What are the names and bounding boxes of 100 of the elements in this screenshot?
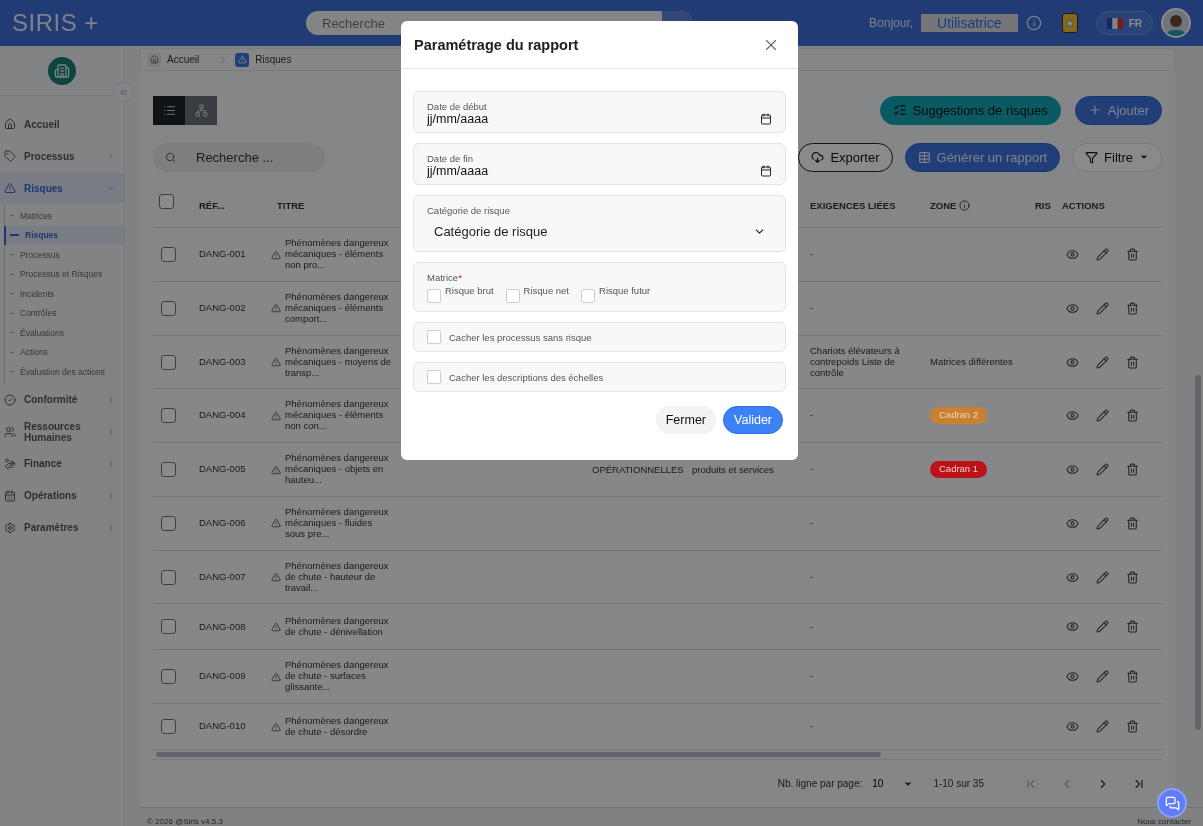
- delete-icon[interactable]: [1126, 620, 1139, 634]
- edit-icon[interactable]: [1096, 463, 1109, 477]
- sidebar-item[interactable]: Processus: [0, 141, 124, 171]
- view-icon[interactable]: [1066, 248, 1079, 261]
- language-button[interactable]: FR: [1095, 11, 1153, 35]
- checkbox[interactable]: [427, 289, 441, 303]
- row-checkbox[interactable]: [161, 669, 176, 685]
- checkbox[interactable]: [427, 370, 441, 384]
- delete-icon[interactable]: [1126, 570, 1139, 584]
- delete-icon[interactable]: [1126, 463, 1139, 477]
- chat-button[interactable]: [1157, 788, 1187, 818]
- edit-icon[interactable]: [1096, 409, 1109, 423]
- row-checkbox[interactable]: [161, 569, 176, 585]
- sidebar-subitem[interactable]: Évaluation des actions: [4, 362, 124, 382]
- dialog-button[interactable]: Fermer: [655, 406, 716, 434]
- column-header[interactable]: RIS: [1029, 200, 1056, 212]
- column-header[interactable]: EXIGENCES LIÉES: [804, 200, 924, 212]
- delete-icon[interactable]: [1126, 301, 1139, 315]
- chat-icon: [1164, 795, 1180, 811]
- delete-icon[interactable]: [1126, 248, 1139, 261]
- date-field[interactable]: jj/mm/aaaa: [427, 164, 760, 178]
- sidebar-item[interactable]: Conformité: [0, 384, 124, 415]
- sidebar-subitem[interactable]: Risques: [4, 225, 124, 245]
- vertical-scrollbar[interactable]: [1195, 375, 1201, 730]
- select-all-checkbox[interactable]: [159, 194, 174, 210]
- category-select[interactable]: Catégorie de risque: [427, 216, 772, 245]
- view-icon[interactable]: [1066, 463, 1079, 477]
- view-icon[interactable]: [1066, 720, 1079, 734]
- sidebar-subitem[interactable]: Matrices: [4, 206, 124, 226]
- view-icon[interactable]: [1066, 301, 1079, 315]
- sidebar-item[interactable]: Accueil: [0, 109, 124, 139]
- horizontal-scrollbar[interactable]: [156, 752, 881, 758]
- contact-link[interactable]: Nous contacter: [1137, 817, 1191, 826]
- checkbox[interactable]: [581, 289, 595, 303]
- date-field-card[interactable]: Date de début jj/mm/aaaa: [413, 91, 786, 133]
- row-checkbox[interactable]: [161, 515, 176, 531]
- info-icon[interactable]: [959, 200, 971, 212]
- action-button[interactable]: Ajouter: [1074, 95, 1162, 125]
- action-button[interactable]: Suggestions de risques: [879, 95, 1061, 125]
- delete-icon[interactable]: [1126, 670, 1139, 684]
- sidebar-subitem[interactable]: Évaluations: [4, 323, 124, 343]
- checkbox[interactable]: [505, 289, 520, 303]
- search-field[interactable]: Recherche: [306, 15, 662, 31]
- sidebar-item[interactable]: Opérations: [0, 480, 124, 511]
- row-checkbox[interactable]: [161, 247, 176, 262]
- row-checkbox[interactable]: [161, 719, 176, 735]
- row-checkbox[interactable]: [161, 354, 176, 370]
- row-checkbox[interactable]: [161, 619, 176, 635]
- delete-icon[interactable]: [1126, 409, 1139, 423]
- edit-icon[interactable]: [1096, 516, 1109, 530]
- user-avatar[interactable]: [1161, 8, 1191, 38]
- search-bar[interactable]: Recherche ...: [153, 142, 325, 172]
- zone-tag: Cadran 1: [930, 461, 988, 479]
- checkbox[interactable]: [427, 330, 441, 344]
- sidebar-subitem[interactable]: Processus: [4, 245, 124, 265]
- view-icon[interactable]: [1066, 355, 1079, 369]
- search-field[interactable]: Recherche ...: [194, 148, 314, 166]
- badge-icon[interactable]: [1061, 13, 1078, 33]
- sidebar-subitem[interactable]: Actions: [4, 342, 124, 362]
- delete-icon[interactable]: [1126, 355, 1139, 369]
- edit-icon[interactable]: [1096, 248, 1109, 261]
- breadcrumb-link[interactable]: Risques: [235, 52, 292, 67]
- calendar-icon[interactable]: [760, 165, 772, 177]
- delete-icon[interactable]: [1126, 516, 1139, 530]
- edit-icon[interactable]: [1096, 570, 1109, 584]
- sidebar-subitem[interactable]: Incidents: [4, 284, 124, 304]
- sidebar-subitem[interactable]: Contrôles: [4, 303, 124, 323]
- date-field[interactable]: jj/mm/aaaa: [427, 112, 760, 126]
- calendar-icon[interactable]: [760, 113, 772, 125]
- edit-icon[interactable]: [1096, 355, 1109, 369]
- action-button[interactable]: Exporter: [798, 142, 893, 172]
- view-icon[interactable]: [1066, 516, 1079, 530]
- view-icon[interactable]: [1066, 670, 1079, 684]
- column-header[interactable]: RÉF...: [193, 200, 271, 212]
- edit-icon[interactable]: [1096, 720, 1109, 734]
- row-checkbox[interactable]: [161, 408, 176, 424]
- view-icon[interactable]: [1066, 620, 1079, 634]
- row-checkbox[interactable]: [161, 462, 176, 478]
- sidebar-item[interactable]: Risques: [0, 173, 124, 203]
- edit-icon[interactable]: [1096, 670, 1109, 684]
- dialog-button[interactable]: Valider: [723, 406, 783, 434]
- delete-icon[interactable]: [1126, 720, 1139, 734]
- edit-icon[interactable]: [1096, 301, 1109, 315]
- action-button[interactable]: Filtre: [1072, 142, 1162, 172]
- sidebar-item[interactable]: Ressources Humaines: [0, 416, 124, 447]
- row-checkbox[interactable]: [161, 300, 176, 316]
- sidebar-item[interactable]: Paramètres: [0, 512, 124, 543]
- column-header[interactable]: ZONE: [930, 200, 957, 212]
- sidebar-item[interactable]: Finance: [0, 448, 124, 479]
- date-field-card[interactable]: Date de fin jj/mm/aaaa: [413, 143, 786, 185]
- view-icon[interactable]: [1066, 409, 1079, 423]
- breadcrumb-link[interactable]: Accueil: [147, 52, 200, 67]
- sidebar-subitem[interactable]: Processus et Risques: [4, 264, 124, 284]
- view-toggle-button[interactable]: [153, 95, 185, 125]
- edit-icon[interactable]: [1096, 620, 1109, 634]
- action-button[interactable]: Générer un rapport: [904, 142, 1061, 172]
- view-toggle-button[interactable]: [185, 95, 217, 125]
- view-icon[interactable]: [1066, 570, 1079, 584]
- rows-per-page-select[interactable]: 10: [872, 778, 914, 790]
- check-circle-icon: [4, 393, 16, 406]
